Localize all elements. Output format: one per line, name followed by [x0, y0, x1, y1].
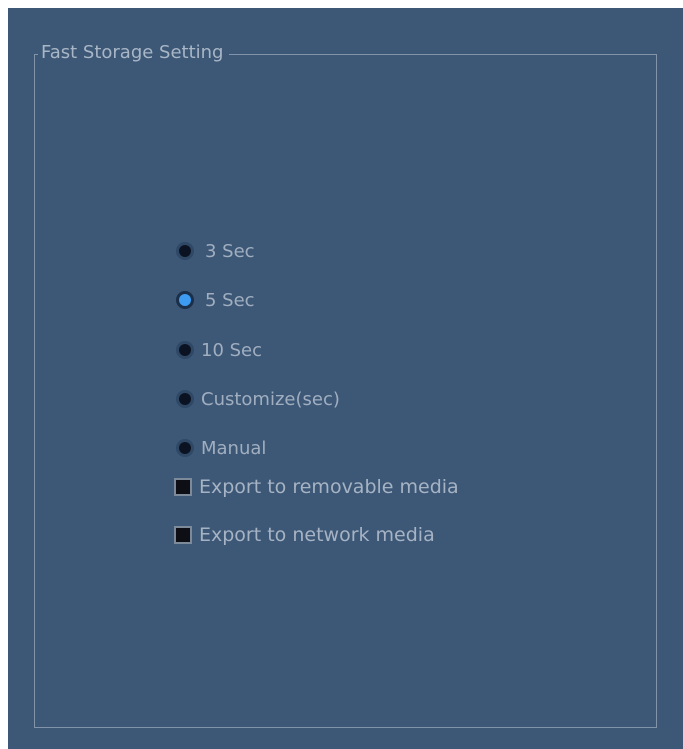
radio-customize[interactable]: Customize(sec) — [179, 386, 340, 412]
radio-customize-label: Customize(sec) — [201, 388, 340, 410]
export-removable-label: Export to removable media — [199, 476, 459, 498]
radio-customize-indicator[interactable] — [179, 393, 191, 405]
export-network-label: Export to network media — [199, 524, 435, 546]
radio-10-sec-indicator[interactable] — [179, 344, 191, 356]
radio-5-sec-indicator[interactable] — [179, 294, 191, 306]
radio-10-sec[interactable]: 10 Sec — [179, 337, 262, 363]
export-removable-checkbox[interactable] — [174, 478, 192, 496]
fast-storage-panel: Fast Storage Setting 3 Sec 5 Sec 10 Sec … — [8, 8, 683, 749]
radio-manual-indicator[interactable] — [179, 442, 191, 454]
export-network-media[interactable]: Export to network media — [174, 522, 435, 548]
radio-5-sec-label: 5 Sec — [205, 289, 255, 311]
radio-3-sec-indicator[interactable] — [179, 245, 191, 257]
radio-manual[interactable]: Manual — [179, 435, 266, 461]
group-title: Fast Storage Setting — [38, 42, 229, 64]
export-network-checkbox[interactable] — [174, 526, 192, 544]
fast-storage-groupbox — [34, 54, 657, 728]
radio-5-sec[interactable]: 5 Sec — [179, 287, 255, 313]
radio-manual-label: Manual — [201, 437, 267, 459]
radio-10-sec-label: 10 Sec — [201, 339, 263, 361]
radio-3-sec[interactable]: 3 Sec — [179, 238, 255, 264]
export-removable-media[interactable]: Export to removable media — [174, 474, 459, 500]
radio-3-sec-label: 3 Sec — [205, 240, 255, 262]
